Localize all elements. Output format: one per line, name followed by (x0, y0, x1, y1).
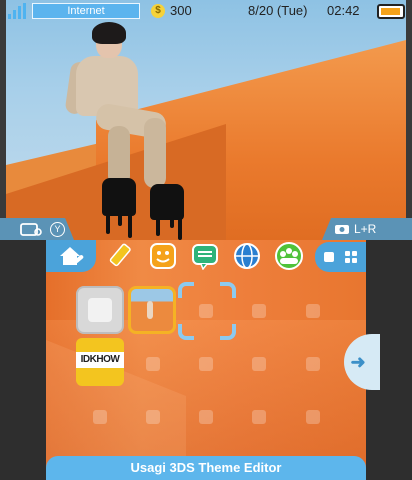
empty-slot[interactable] (306, 304, 320, 318)
theme-title-bar: Usagi 3DS Theme Editor (46, 456, 366, 480)
empty-slot[interactable] (252, 410, 266, 424)
home-settings-button[interactable] (46, 240, 96, 272)
date-display: 8/20 (Tue) (248, 3, 308, 18)
empty-slot[interactable] (252, 304, 266, 318)
y-button-icon: Y (50, 222, 65, 238)
empty-slot[interactable] (146, 357, 160, 371)
app-icon-game[interactable]: IDKHOW (76, 338, 124, 386)
grid-view-icon[interactable] (345, 251, 357, 263)
bottom-screen: IDKHOW ➜ Usagi 3DS Theme Editor (0, 240, 412, 480)
seated-figure-image (64, 22, 196, 240)
game-icon-label: IDKHOW (76, 352, 124, 368)
camera-icon (335, 225, 349, 234)
internet-browser-icon[interactable] (233, 242, 261, 270)
notes-pencil-icon[interactable] (106, 242, 134, 270)
signal-strength-icon (8, 3, 28, 19)
battery-icon (377, 4, 405, 19)
miiverse-icon[interactable] (274, 242, 303, 270)
clock-display: 02:42 (327, 3, 360, 18)
arrow-right-icon: ➜ (350, 352, 366, 372)
app-icon-blank[interactable] (76, 286, 124, 334)
empty-slot[interactable] (306, 357, 320, 371)
empty-slot[interactable] (93, 410, 107, 424)
internet-status-badge: Internet (32, 3, 140, 19)
single-view-icon[interactable] (324, 252, 334, 262)
l-plus-r-button-label: L+R (354, 222, 377, 236)
empty-slot[interactable] (306, 410, 320, 424)
screenshot-shortcut-tab[interactable]: L+R (322, 218, 412, 240)
app-icon-photo[interactable] (128, 286, 176, 334)
empty-slot[interactable] (199, 357, 213, 371)
friend-list-icon[interactable] (149, 242, 177, 270)
theme-title: Usagi 3DS Theme Editor (130, 460, 282, 475)
status-bar: Internet $ 300 8/20 (Tue) 02:42 (0, 0, 412, 22)
notifications-icon[interactable] (191, 242, 219, 271)
view-toggle-controls[interactable] (315, 242, 366, 272)
empty-slot[interactable] (199, 410, 213, 424)
play-coin-icon: $ (151, 4, 165, 18)
empty-slot[interactable] (252, 357, 266, 371)
top-screen: Internet $ 300 8/20 (Tue) 02:42 Y L+R (0, 0, 412, 240)
camera-shortcut-tab[interactable]: Y (0, 218, 74, 240)
3ds-home-menu: Internet $ 300 8/20 (Tue) 02:42 Y L+R ID… (0, 0, 412, 480)
empty-slot[interactable] (199, 304, 213, 318)
house-wrench-icon (60, 247, 84, 265)
empty-slot[interactable] (146, 410, 160, 424)
camera-icon (20, 223, 42, 236)
play-coin-count: 300 (170, 3, 192, 18)
top-wallpaper (6, 0, 406, 240)
